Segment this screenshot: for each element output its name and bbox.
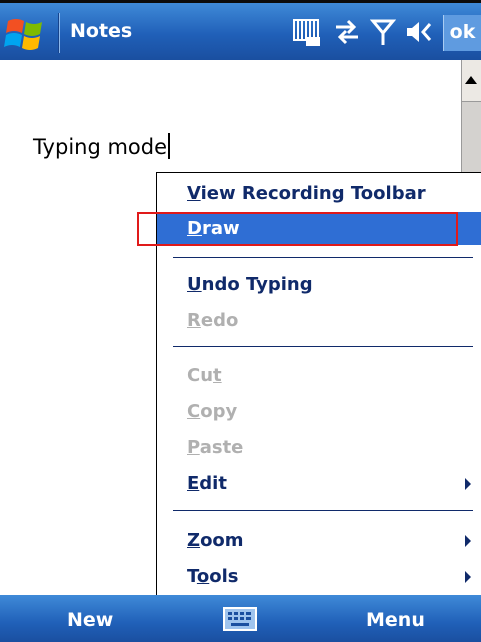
submenu-arrow-icon: [465, 535, 471, 547]
new-softkey[interactable]: New: [67, 609, 113, 631]
menu-label-accel: P: [187, 437, 200, 458]
volume-icon[interactable]: [404, 17, 436, 47]
menu-softkey[interactable]: Menu: [366, 609, 425, 631]
note-text[interactable]: Typing mode: [33, 133, 171, 159]
app-title: Notes: [70, 20, 133, 42]
menu-label-accel: R: [187, 310, 201, 331]
menu-label-post: iew Recording Toolbar: [200, 183, 426, 204]
submenu-arrow-icon: [465, 571, 471, 583]
menu-item-copy[interactable]: Copy: [157, 395, 481, 428]
menu-item-undo-typing[interactable]: Undo Typing: [157, 268, 481, 301]
menu-item-paste[interactable]: Paste: [157, 431, 481, 464]
menu-label-post: ndo Typing: [201, 274, 313, 295]
note-content: Typing mode: [33, 135, 168, 159]
menu-separator: [173, 510, 473, 511]
menu-item-edit[interactable]: Edit: [157, 467, 481, 500]
signal-icon[interactable]: [369, 17, 397, 47]
menu-label-post: opy: [200, 401, 238, 422]
menu-label-accel: V: [187, 183, 201, 204]
menu-separator: [173, 257, 473, 258]
menu-label-post: dit: [199, 473, 227, 494]
menu-label-post: edo: [200, 310, 239, 331]
title-bar: Notes ok: [0, 0, 481, 60]
arrow-up-icon: [465, 76, 477, 84]
menu-label-accel: Z: [187, 530, 201, 551]
menu-label-accel: C: [187, 401, 201, 422]
menu-separator: [173, 346, 473, 347]
windows-start-icon[interactable]: [4, 13, 50, 55]
highlight-box: [137, 212, 458, 246]
menu-label-post: aste: [199, 437, 244, 458]
softkey-bar: New Menu: [0, 595, 481, 642]
text-caret: [168, 133, 171, 159]
menu-label-post: oom: [200, 530, 244, 551]
connectivity-icon[interactable]: [332, 17, 362, 47]
submenu-arrow-icon: [465, 478, 471, 490]
menu-item-cut[interactable]: Cut: [157, 359, 481, 392]
menu-label-accel: t: [213, 365, 222, 386]
title-separator: [58, 13, 60, 53]
menu-label-accel: U: [187, 274, 202, 295]
menu-item-tools[interactable]: Tools: [157, 560, 481, 593]
menu-label-accel: E: [187, 473, 200, 494]
keyboard-layout-icon[interactable]: [292, 17, 322, 47]
menu-label-pre: Cu: [187, 365, 214, 386]
menu-label-post: ols: [209, 566, 239, 587]
menu-label-accel: o: [196, 566, 210, 587]
menu-item-zoom[interactable]: Zoom: [157, 524, 481, 557]
ok-button[interactable]: ok: [443, 15, 481, 51]
menu-item-redo[interactable]: Redo: [157, 304, 481, 337]
menu-item-view-recording-toolbar[interactable]: View Recording Toolbar: [157, 177, 481, 210]
keyboard-icon[interactable]: [222, 606, 258, 632]
scroll-up-button[interactable]: [462, 60, 481, 102]
menu-label-pre: T: [187, 566, 197, 587]
